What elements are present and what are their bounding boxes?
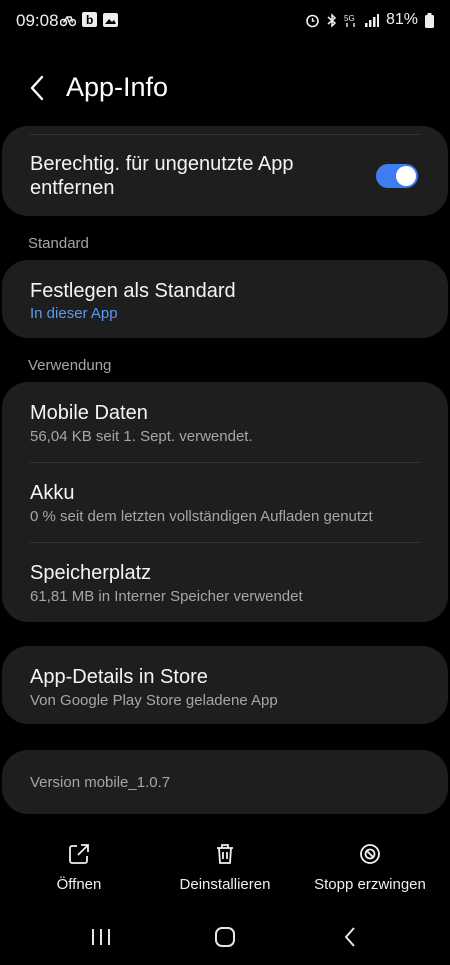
permissions-label: Berechtig. für ungenutzte App entfernen	[30, 153, 294, 199]
list-item-mobile-data[interactable]: Mobile Daten 56,04 KB seit 1. Sept. verw…	[2, 382, 448, 462]
store-details-title: App-Details in Store	[30, 666, 208, 688]
open-external-icon	[69, 844, 89, 864]
mobile-data-title: Mobile Daten	[30, 402, 148, 424]
open-button[interactable]: Öffnen	[9, 842, 149, 894]
home-icon[interactable]	[210, 924, 240, 950]
divider	[30, 134, 420, 135]
set-as-default-card[interactable]: Festlegen als Standard In dieser App	[2, 260, 448, 338]
b-app-icon: b	[82, 12, 97, 27]
svg-text:b: b	[86, 13, 93, 27]
version-text: Version mobile_1.0.7	[30, 774, 171, 791]
store-details-card[interactable]: App-Details in Store Von Google Play Sto…	[2, 646, 448, 724]
list-item-battery[interactable]: Akku 0 % seit dem letzten vollständigen …	[2, 462, 448, 542]
set-as-default-subtitle: In dieser App	[30, 305, 118, 322]
storage-title: Speicherplatz	[30, 562, 152, 584]
status-bar: 09:08 b 5G 81%	[0, 0, 450, 40]
uninstall-button[interactable]: Deinstallieren	[155, 842, 295, 894]
force-stop-button[interactable]: Stopp erzwingen	[300, 842, 440, 894]
trash-icon	[217, 844, 233, 864]
usage-card: Mobile Daten 56,04 KB seit 1. Sept. verw…	[2, 382, 448, 622]
back-arrow-icon[interactable]	[26, 74, 50, 102]
battery-subtitle: 0 % seit dem letzten vollständigen Aufla…	[30, 508, 373, 525]
section-heading-standard: Standard	[28, 235, 89, 252]
battery-icon	[425, 12, 434, 28]
alarm-icon	[306, 14, 319, 27]
bottom-action-bar: Öffnen Deinstallieren Stopp erzwingen	[0, 842, 450, 902]
signal-icon	[364, 14, 379, 27]
status-time: 09:08	[16, 11, 59, 30]
recent-apps-icon[interactable]	[86, 924, 116, 950]
storage-subtitle: 61,81 MB in Interner Speicher verwendet	[30, 588, 303, 605]
section-heading-usage: Verwendung	[28, 357, 112, 374]
force-stop-label: Stopp erzwingen	[314, 876, 426, 893]
battery-percent: 81%	[385, 11, 418, 28]
nav-back-icon[interactable]	[336, 924, 366, 950]
block-icon	[360, 844, 380, 864]
svg-text:5G: 5G	[344, 14, 355, 23]
battery-title: Akku	[30, 482, 75, 504]
set-as-default-title: Festlegen als Standard	[30, 280, 236, 302]
mobile-data-subtitle: 56,04 KB seit 1. Sept. verwendet.	[30, 428, 253, 445]
system-navigation-bar	[0, 918, 450, 954]
page-title: App-Info	[66, 72, 169, 102]
permissions-card[interactable]: Berechtig. für ungenutzte App entfernen	[2, 126, 448, 216]
5g-icon: 5G	[344, 14, 355, 27]
bike-icon	[60, 15, 76, 26]
permissions-toggle[interactable]	[376, 164, 418, 188]
toggle-knob	[396, 166, 416, 186]
store-details-subtitle: Von Google Play Store geladene App	[30, 692, 278, 709]
list-item-storage[interactable]: Speicherplatz 61,81 MB in Interner Speic…	[2, 542, 448, 622]
open-label: Öffnen	[56, 876, 102, 893]
version-card: Version mobile_1.0.7	[2, 750, 448, 814]
uninstall-label: Deinstallieren	[179, 876, 271, 893]
app-bar: App-Info	[0, 70, 450, 110]
bluetooth-icon	[327, 12, 337, 28]
image-icon	[103, 12, 118, 27]
